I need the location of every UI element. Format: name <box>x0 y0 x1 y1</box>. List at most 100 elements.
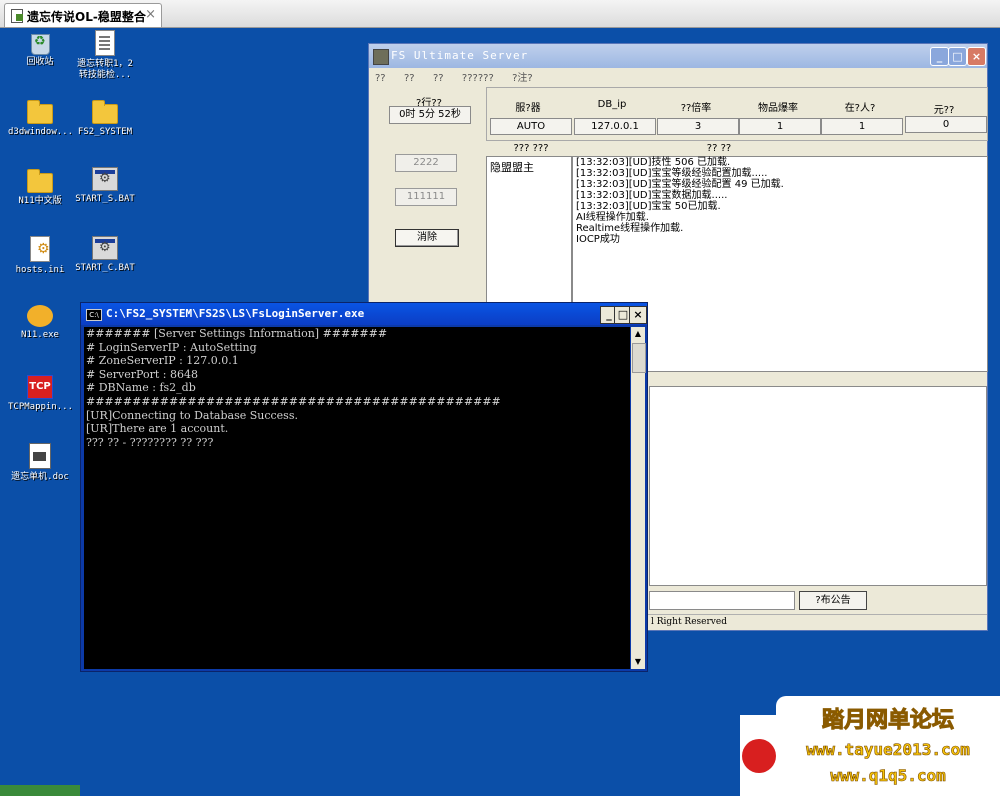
n11-app-icon <box>27 305 53 327</box>
taskbar-start[interactable] <box>0 785 80 796</box>
console-line: # DBName : fs2_db <box>86 381 196 395</box>
console-line: [UR]Connecting to Database Success. <box>86 408 298 422</box>
scroll-thumb[interactable] <box>632 343 646 373</box>
console-window: C:\ C:\FS2_SYSTEM\FS2S\LS\FsLoginServer.… <box>80 302 648 672</box>
console-icon: C:\ <box>86 309 102 321</box>
console-scrollbar[interactable]: ▲ ▼ <box>631 327 646 669</box>
port-input[interactable]: 2222 <box>395 154 457 172</box>
tab-close-icon[interactable]: × <box>145 7 156 22</box>
desktop-icon-transfer-doc[interactable]: 遗忘转职1，2 转技能检... <box>73 30 137 81</box>
desktop-icon-label: N11中文版 <box>18 196 62 206</box>
list-header: ??? ??? <box>513 143 549 154</box>
desktop-icon-tcp-mapping[interactable]: TCP TCPMappin... <box>8 375 74 413</box>
watermark-url-1: www.tayue2013.com <box>806 740 970 760</box>
watermark-title: 踏月网单论坛 <box>821 708 954 734</box>
close-button[interactable]: × <box>629 306 647 324</box>
announcement-input[interactable] <box>649 591 795 610</box>
header-server: 服?器 <box>515 103 541 114</box>
document-icon <box>95 30 115 56</box>
console-line: ####### [Server Settings Information] ##… <box>86 327 388 340</box>
desktop-icon-doc[interactable]: 遗忘单机.doc <box>8 443 72 483</box>
copyright-text: l Right Reserved <box>651 617 727 627</box>
console-line: # ServerPort : 8648 <box>86 367 198 381</box>
log-line: IOCP成功 <box>576 234 620 245</box>
console-line: [UR]There are 1 account. <box>86 422 229 436</box>
log-header: ?? ?? <box>706 143 732 154</box>
desktop-icon-fs2-system[interactable]: FS2_SYSTEM <box>73 98 137 138</box>
app-icon <box>373 49 389 65</box>
folder-icon <box>92 100 118 124</box>
header-currency: 元?? <box>933 105 955 116</box>
desktop-icon-n11-folder[interactable]: N11中文版 <box>8 167 72 207</box>
page-icon <box>11 9 23 23</box>
tab-bar: 遗忘传说OL-稳盟整合 × <box>0 0 1000 28</box>
desktop-icon-label: TCPMappin... <box>8 402 74 412</box>
console-titlebar[interactable]: C:\ C:\FS2_SYSTEM\FS2S\LS\FsLoginServer.… <box>81 303 647 325</box>
desktop-icon-start-c-bat[interactable]: START_C.BAT <box>73 236 137 274</box>
server-stats-panel: 服?器 DB_ip ??倍率 物品爆率 在?人? 元?? AUTO 127.0.… <box>486 87 988 141</box>
desktop-icon-n11-exe[interactable]: N11.exe <box>8 305 72 341</box>
batch-file-icon <box>92 236 118 260</box>
browser-tab[interactable]: 遗忘传说OL-稳盟整合 × <box>4 3 162 27</box>
value-exp-rate: 3 <box>657 118 739 135</box>
list-item[interactable]: 隐盟盟主 <box>490 159 534 175</box>
desktop-icon-label: START_C.BAT <box>75 263 135 273</box>
log-line: [13:32:03][UD]宝宝 50已加载. <box>576 201 721 212</box>
desktop-icon-label: 回收站 <box>26 57 54 67</box>
message-area[interactable] <box>649 386 987 586</box>
desktop-icon-hosts-ini[interactable]: hosts.ini <box>8 236 72 276</box>
desktop-icon-d3dwindow[interactable]: d3dwindow... <box>8 98 74 138</box>
folder-icon <box>27 169 53 193</box>
log-line: [13:32:03][UD]宝宝数据加载..... <box>576 190 728 201</box>
desktop-icon-label: hosts.ini <box>15 265 65 275</box>
desktop-icon-recycle-bin[interactable]: 回收站 <box>8 30 72 68</box>
watermark-logo <box>740 715 778 796</box>
publish-announcement-button[interactable]: ?布公告 <box>799 591 867 610</box>
log-line: [13:32:03][UD]宝宝等级经验配置加载..... <box>576 168 768 179</box>
console-line: ??? ?? - ???????? ?? ??? <box>86 435 214 449</box>
watermark-url-2: www.q1q5.com <box>830 766 946 786</box>
clear-button[interactable]: 消除 <box>395 229 459 247</box>
fs-server-titlebar[interactable]: FS Ultimate Server _ □ × <box>369 44 987 68</box>
tcp-mapping-icon: TCP <box>27 375 53 399</box>
value-online: 1 <box>821 118 903 135</box>
minimize-button[interactable]: _ <box>930 47 949 66</box>
log-line: [13:32:03][UD]技性 506 已加载. <box>576 157 731 168</box>
value-server: AUTO <box>490 118 572 135</box>
value-currency: 0 <box>905 116 987 133</box>
log-line: AI线程操作加载. <box>576 212 649 223</box>
header-online: 在?人? <box>844 103 876 114</box>
value-db-ip: 127.0.0.1 <box>574 118 656 135</box>
ini-file-icon <box>30 236 50 262</box>
scroll-up-icon[interactable]: ▲ <box>632 328 644 340</box>
scroll-down-icon[interactable]: ▼ <box>632 656 644 668</box>
log-line: Realtime线程操作加载. <box>576 223 684 234</box>
desktop-icon-start-s-bat[interactable]: START_S.BAT <box>73 167 137 205</box>
window-title: FS Ultimate Server <box>391 49 529 62</box>
recycle-bin-icon <box>29 30 51 55</box>
console-line: # ZoneServerIP : 127.0.0.1 <box>86 354 239 368</box>
id-input[interactable]: 111111 <box>395 188 457 206</box>
menu-bar[interactable]: ?? ?? ?? ?????? ?注? <box>375 69 533 84</box>
console-output: ####### [Server Settings Information] ##… <box>84 327 630 669</box>
runtime-value: 0时 5分 52秒 <box>389 106 471 124</box>
tab-title: 遗忘传说OL-稳盟整合 <box>27 10 146 24</box>
folder-icon <box>27 100 53 124</box>
log-line: [13:32:03][UD]宝宝等级经验配置 49 已加载. <box>576 179 784 190</box>
value-drop-rate: 1 <box>739 118 821 135</box>
close-button[interactable]: × <box>967 47 986 66</box>
batch-file-icon <box>92 167 118 191</box>
maximize-button[interactable]: □ <box>948 47 967 66</box>
watermark: 踏月网单论坛 www.tayue2013.com www.q1q5.com <box>776 696 1000 796</box>
header-db-ip: DB_ip <box>597 99 627 110</box>
header-drop-rate: 物品爆率 <box>758 103 798 114</box>
console-line: # LoginServerIP : AutoSetting <box>86 340 257 354</box>
desktop-icon-label: START_S.BAT <box>75 194 135 204</box>
header-exp-rate: ??倍率 <box>680 103 712 114</box>
console-title: C:\FS2_SYSTEM\FS2S\LS\FsLoginServer.exe <box>106 307 365 320</box>
desktop-icon-label: N11.exe <box>21 330 59 340</box>
console-line: ########################################… <box>86 394 501 408</box>
desktop-icon-label: d3dwindow... <box>8 127 74 137</box>
desktop-icon-label: 遗忘单机.doc <box>11 472 69 482</box>
word-document-icon <box>29 443 51 469</box>
